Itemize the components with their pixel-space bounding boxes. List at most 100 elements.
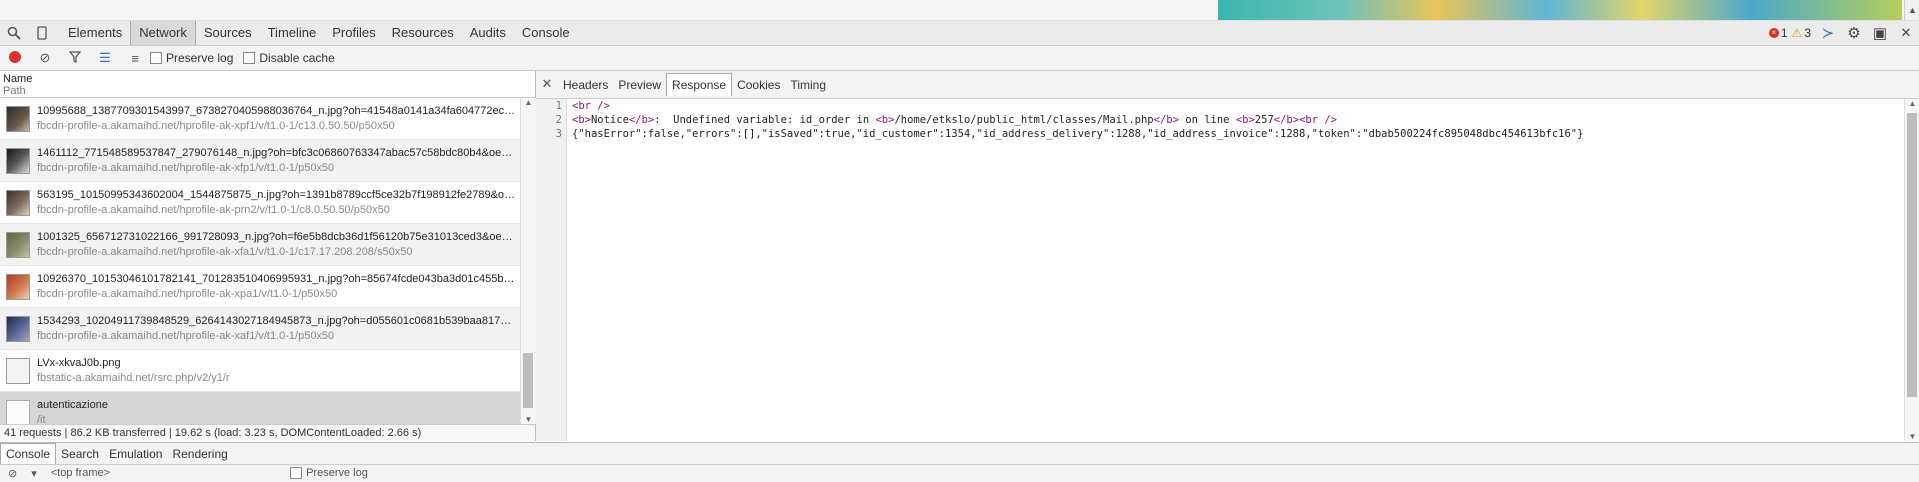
request-path: fbcdn-profile-a.akamaihd.net/hprofile-ak… bbox=[37, 119, 395, 132]
request-row[interactable]: 1001325_656712731022166_991728093_n.jpg?… bbox=[0, 224, 520, 266]
frame-selector[interactable]: <top frame> bbox=[51, 467, 110, 479]
close-icon[interactable]: ✕ bbox=[1893, 25, 1919, 41]
page-scroll-up-icon[interactable]: ▲ bbox=[1904, 0, 1919, 20]
preserve-log-checkbox[interactable]: Preserve log bbox=[150, 51, 233, 65]
clear-icon[interactable]: ⊘ bbox=[30, 50, 60, 66]
request-thumbnail bbox=[6, 105, 30, 132]
response-body[interactable]: 1 2 3 <br /> <b>Notice</b>: Undefined va… bbox=[536, 99, 1904, 441]
tab-sources[interactable]: Sources bbox=[196, 21, 260, 45]
code-line-3: {"hasError":false,"errors":[],"isSaved":… bbox=[572, 128, 1584, 140]
devtools-toolbar: Elements Network Sources Timeline Profil… bbox=[0, 21, 1919, 46]
request-row[interactable]: 1461112_771548589537847_279076148_n.jpg?… bbox=[0, 140, 520, 182]
tab-profiles[interactable]: Profiles bbox=[324, 21, 383, 45]
line-number: 2 bbox=[555, 114, 562, 126]
filter-icon[interactable] bbox=[60, 50, 90, 66]
tab-resources[interactable]: Resources bbox=[384, 21, 462, 45]
dock-icon[interactable]: ▣ bbox=[1867, 24, 1893, 42]
disable-cache-checkbox[interactable]: Disable cache bbox=[243, 51, 335, 65]
request-path: fbcdn-profile-a.akamaihd.net/hprofile-ak… bbox=[37, 245, 413, 258]
disable-cache-label: Disable cache bbox=[259, 51, 335, 65]
request-row[interactable]: 1534293_10204911739848529_62641430271849… bbox=[0, 308, 520, 350]
tab-response[interactable]: Response bbox=[666, 73, 733, 96]
tab-console[interactable]: Console bbox=[514, 21, 578, 45]
drawer-tab-search[interactable]: Search bbox=[56, 444, 104, 464]
clear-console-icon[interactable]: ⊘ bbox=[8, 467, 17, 480]
response-panel: ✕ Headers Preview Response Cookies Timin… bbox=[536, 71, 1919, 441]
tab-audits[interactable]: Audits bbox=[462, 21, 514, 45]
large-rows-icon[interactable]: ☰ bbox=[90, 50, 120, 66]
request-name: autenticazione bbox=[37, 398, 108, 411]
warning-count: 3 bbox=[1804, 26, 1811, 40]
close-icon[interactable]: ✕ bbox=[536, 72, 558, 98]
page-content-strip: ▲ bbox=[0, 0, 1919, 21]
error-warning-counter[interactable]: × 1 ⚠ 3 bbox=[1768, 26, 1811, 40]
devtools-tabs: Elements Network Sources Timeline Profil… bbox=[60, 21, 578, 45]
request-thumbnail bbox=[6, 357, 30, 384]
html-tag: <b> bbox=[572, 114, 591, 126]
tab-timing[interactable]: Timing bbox=[785, 74, 831, 96]
request-name: 1534293_10204911739848529_62641430271849… bbox=[37, 314, 517, 327]
tab-cookies[interactable]: Cookies bbox=[732, 74, 785, 96]
console-drawer: Console Search Emulation Rendering ⊘ ▾ <… bbox=[0, 442, 1919, 482]
search-icon[interactable] bbox=[0, 21, 28, 45]
scroll-down-icon[interactable]: ▼ bbox=[1905, 432, 1919, 441]
name-column-header[interactable]: Name bbox=[3, 73, 535, 85]
tab-preview[interactable]: Preview bbox=[613, 74, 666, 96]
requests-scrollbar[interactable]: ▲ ▼ bbox=[520, 98, 536, 424]
error-icon: × bbox=[1768, 28, 1779, 38]
request-thumbnail bbox=[6, 315, 30, 342]
device-mode-icon[interactable] bbox=[28, 21, 56, 45]
preserve-log-label: Preserve log bbox=[306, 467, 368, 479]
filter-icon[interactable]: ▾ bbox=[31, 467, 37, 480]
code-line-1: <br /> bbox=[572, 99, 1583, 113]
scrollbar-thumb[interactable] bbox=[1907, 113, 1917, 397]
path-column-header[interactable]: Path bbox=[3, 85, 535, 97]
gear-icon[interactable]: ⚙ bbox=[1841, 24, 1867, 42]
drawer-tab-emulation[interactable]: Emulation bbox=[104, 444, 167, 464]
line-number: 3 bbox=[555, 128, 562, 140]
request-row[interactable]: 10926370_10153046101782141_7012835104069… bbox=[0, 266, 520, 308]
preserve-log-box[interactable] bbox=[150, 52, 162, 64]
request-name: LVx-xkvaJ0b.png bbox=[37, 356, 121, 369]
requests-list: 10995688_1387709301543997_67382704059880… bbox=[0, 98, 520, 424]
drawer-tab-rendering[interactable]: Rendering bbox=[167, 444, 232, 464]
request-name: 563195_10150995343602004_1544875875_n.jp… bbox=[37, 188, 517, 201]
drawer-tab-console[interactable]: Console bbox=[0, 443, 57, 464]
disable-cache-box[interactable] bbox=[243, 52, 256, 64]
tab-timeline[interactable]: Timeline bbox=[260, 21, 325, 45]
requests-column-header[interactable]: Name Path bbox=[0, 71, 535, 98]
tab-headers[interactable]: Headers bbox=[558, 74, 613, 96]
request-path: fbstatic-a.akamaihd.net/rsrc.php/v2/y1/r bbox=[37, 371, 230, 384]
scroll-up-icon[interactable]: ▲ bbox=[521, 98, 536, 107]
request-path: fbcdn-profile-a.akamaihd.net/hprofile-ak… bbox=[37, 203, 390, 216]
drawer-console-toolbar: ⊘ ▾ <top frame> Preserve log bbox=[0, 465, 1919, 481]
request-name: 1461112_771548589537847_279076148_n.jpg?… bbox=[37, 146, 517, 159]
scrollbar-thumb[interactable] bbox=[523, 353, 533, 408]
scroll-up-icon[interactable]: ▲ bbox=[1905, 99, 1919, 108]
html-tag: </b> bbox=[1153, 114, 1179, 126]
response-scrollbar[interactable]: ▲ ▼ bbox=[1904, 99, 1919, 441]
html-tag: <br /> bbox=[1299, 114, 1337, 126]
request-row-selected[interactable]: autenticazione/it bbox=[0, 392, 520, 424]
tab-elements[interactable]: Elements bbox=[60, 21, 130, 45]
document-icon bbox=[6, 399, 30, 424]
request-thumbnail bbox=[6, 147, 30, 174]
tab-network[interactable]: Network bbox=[130, 21, 196, 45]
request-row[interactable]: LVx-xkvaJ0b.png fbstatic-a.akamaihd.net/r… bbox=[0, 350, 520, 392]
error-count: 1 bbox=[1780, 26, 1788, 40]
network-summary: 41 requests | 86.2 KB transferred | 19.6… bbox=[0, 424, 535, 441]
request-name: 10926370_10153046101782141_7012835104069… bbox=[37, 272, 517, 285]
page-banner-image bbox=[1218, 0, 1902, 20]
request-row[interactable]: 563195_10150995343602004_1544875875_n.jp… bbox=[0, 182, 520, 224]
overview-icon[interactable]: ≡ bbox=[120, 51, 150, 66]
request-row[interactable]: 10995688_1387709301543997_67382704059880… bbox=[0, 98, 520, 140]
record-icon[interactable] bbox=[0, 50, 30, 66]
scroll-down-icon[interactable]: ▼ bbox=[521, 415, 536, 424]
line-number-value: 257 bbox=[1254, 114, 1274, 126]
console-drawer-icon[interactable]: ≻ bbox=[1815, 24, 1841, 42]
requests-panel: Name Path 10995688_1387709301543997_6738… bbox=[0, 71, 536, 441]
line-number-gutter: 1 2 3 bbox=[536, 99, 567, 441]
request-thumbnail bbox=[6, 231, 30, 258]
code-line-2: <b>Notice</b>: Undefined variable: id_or… bbox=[572, 113, 1583, 127]
preserve-log-checkbox[interactable] bbox=[290, 467, 303, 479]
